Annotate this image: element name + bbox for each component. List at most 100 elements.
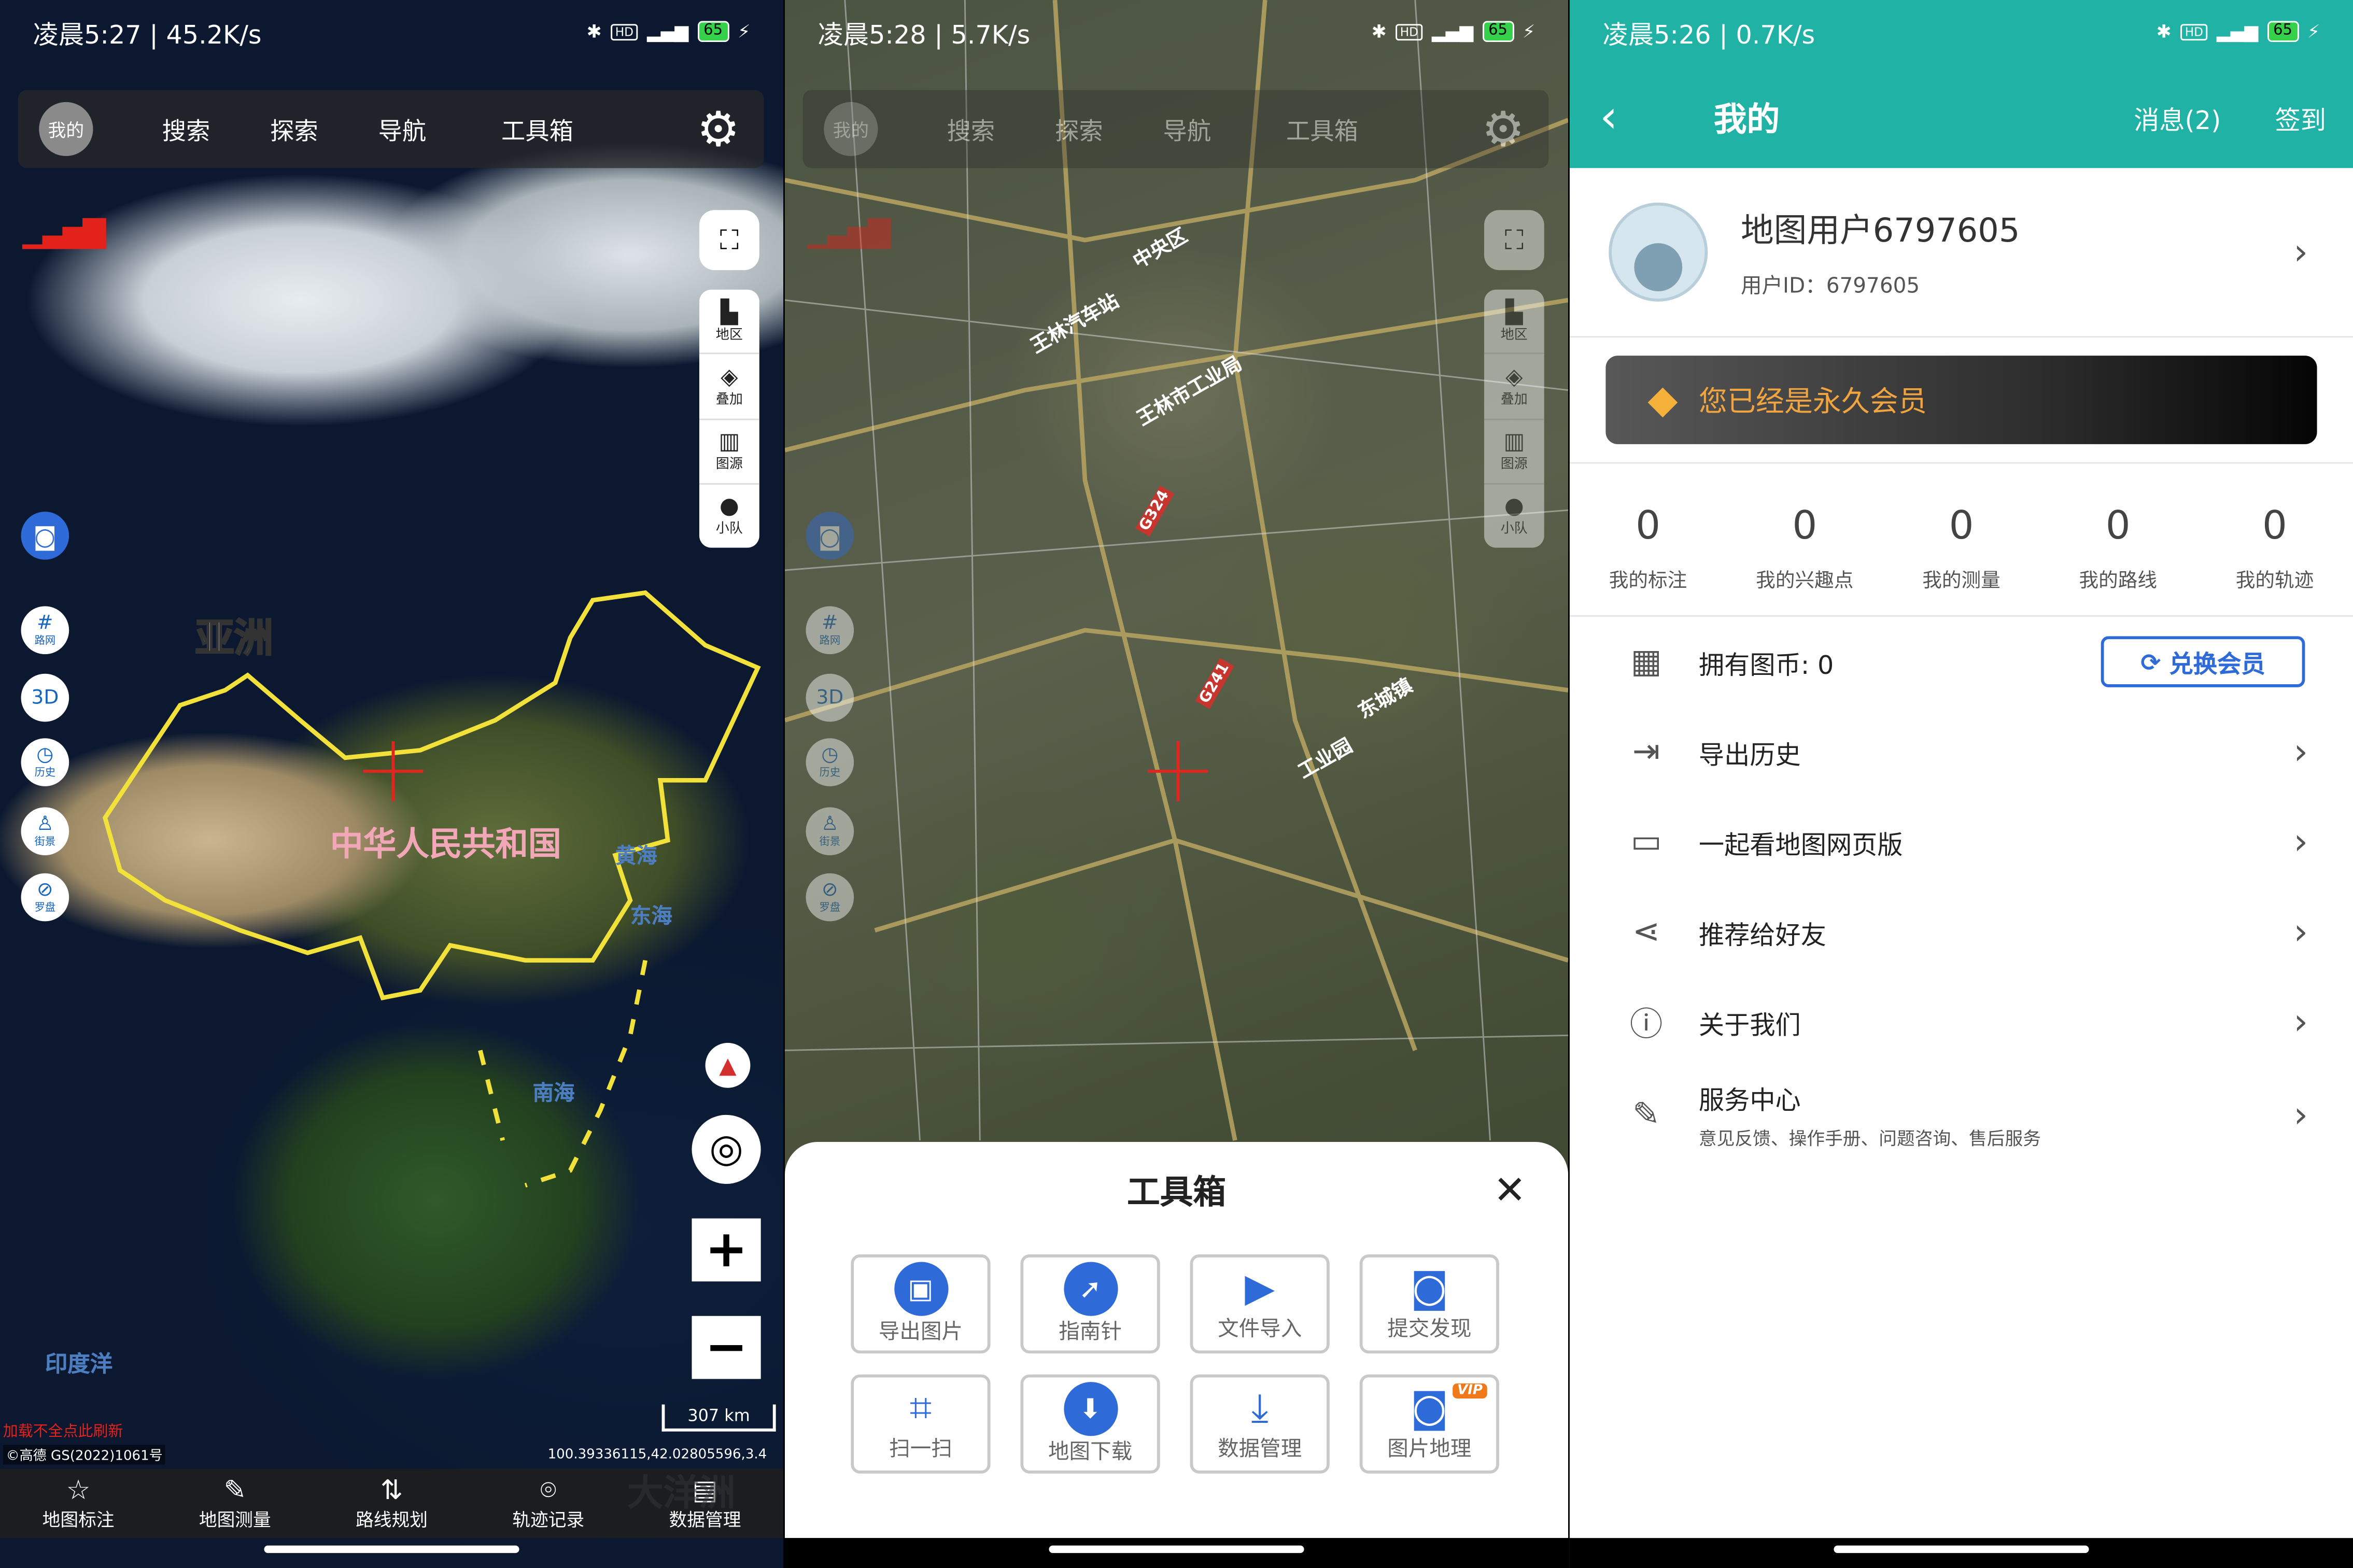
image-icon: ▣	[893, 1262, 948, 1316]
stat-my-routes[interactable]: 0 我的路线	[2040, 483, 2196, 603]
tab-track-record[interactable]: ⌾ 轨迹记录	[470, 1469, 627, 1538]
history-button[interactable]: ◷ 历史	[21, 738, 69, 786]
compass-tool-button[interactable]: ⊘ 罗盘	[806, 873, 854, 922]
battery-icon: 65	[1482, 21, 1514, 43]
compass-tool-button[interactable]: ⊘ 罗盘	[21, 873, 69, 922]
sign-in-button[interactable]: 签到	[2275, 98, 2326, 136]
camera-icon[interactable]: ◙	[21, 512, 69, 560]
export-icon: ⇥	[1632, 733, 1660, 771]
divider	[1569, 462, 2353, 464]
battery-icon: 65	[2267, 21, 2299, 43]
3d-button[interactable]: 3D	[806, 673, 854, 722]
status-time: 凌晨5:27 | 45.2K/s	[33, 20, 262, 50]
home-indicator[interactable]	[1834, 1545, 2089, 1553]
tab-map-measure[interactable]: ✎ 地图测量	[157, 1469, 313, 1538]
home-indicator[interactable]	[264, 1545, 519, 1553]
charging-icon: ⚡	[2307, 21, 2320, 43]
road-network-button[interactable]: # 路网	[21, 606, 69, 655]
vip-banner[interactable]: ◆ 您已经是永久会员	[1605, 356, 2317, 444]
tool-source[interactable]: ▥ 图源	[699, 419, 759, 485]
3d-button[interactable]: 3D	[21, 673, 69, 722]
tool-map-download[interactable]: ⬇ 地图下载	[1020, 1374, 1160, 1474]
tool-overlay[interactable]: ◈ 叠加	[699, 355, 759, 420]
menu-service-center[interactable]: ✎ 服务中心 意见反馈、操作手册、问题咨询、售后服务 ›	[1570, 1067, 2353, 1163]
exchange-vip-button[interactable]: ⟳ 兑换会员	[2101, 636, 2305, 687]
nav-search[interactable]: 搜索	[162, 111, 210, 147]
menu-web-version[interactable]: ▭ 一起看地图网页版 ›	[1570, 797, 2353, 887]
messages-button[interactable]: 消息(2)	[2134, 98, 2221, 136]
north-arrow-icon[interactable]: ▲	[705, 1042, 751, 1088]
nav-navigation[interactable]: 导航	[378, 111, 427, 147]
pegman-icon: ♙	[36, 812, 54, 835]
user-card[interactable]: ● 地图用户6797605 用户ID：6797605 ›	[1569, 168, 2353, 338]
fullscreen-icon[interactable]: ⛶	[699, 210, 759, 271]
home-indicator[interactable]	[1049, 1545, 1304, 1553]
route-icon: ⇅	[380, 1474, 403, 1506]
reload-link[interactable]: 加载不全点此刷新	[3, 1418, 123, 1440]
my-avatar-button[interactable]: 我的	[824, 102, 878, 157]
profile-screen: 凌晨5:26 | 0.7K/s ✱ HD ▂▄▆ 65 ⚡ ‹ 我的 消息(2)…	[1569, 0, 2353, 1568]
nav-toolbox[interactable]: 工具箱	[501, 111, 573, 147]
download-tray-icon: ⤓	[1251, 1386, 1269, 1431]
nav-navigation[interactable]: 导航	[1163, 111, 1211, 147]
gear-icon[interactable]: ⚙	[697, 105, 740, 153]
tool-region[interactable]: ▙ 地区	[699, 290, 759, 355]
menu-about[interactable]: ⓘ 关于我们 ›	[1570, 977, 2353, 1067]
tool-compass[interactable]: ➚ 指南针	[1020, 1254, 1160, 1354]
zoom-in-button[interactable]: +	[692, 1218, 761, 1282]
map-screen-asia: 亚洲 中华人民共和国 黄海 东海 南海 印度洋 大洋洲 凌晨5:27 | 45.…	[0, 0, 784, 1568]
road-grid-icon: #	[822, 611, 838, 634]
tool-data-manage[interactable]: ⤓ 数据管理	[1190, 1374, 1330, 1474]
stat-my-tracks[interactable]: 0 我的轨迹	[2196, 483, 2353, 603]
menu-recommend[interactable]: ⋖ 推荐给好友 ›	[1570, 887, 2353, 977]
edit-note-icon: ✎	[1632, 1096, 1660, 1134]
stat-my-poi[interactable]: 0 我的兴趣点	[1726, 483, 1883, 603]
menu-export-history[interactable]: ⇥ 导出历史 ›	[1570, 707, 2353, 797]
camera-icon[interactable]: ◙	[806, 512, 854, 560]
tool-region[interactable]: ▙ 地区	[1484, 290, 1544, 355]
status-bar: 凌晨5:27 | 45.2K/s ✱ HD ▂▄▆ 65 ⚡	[0, 0, 783, 63]
zoom-out-button[interactable]: −	[692, 1316, 761, 1379]
tool-team[interactable]: ● 小队	[1484, 484, 1544, 547]
3d-icon: 3D	[31, 686, 59, 709]
ruler-icon: ✎	[223, 1474, 247, 1506]
compass-icon: ⊘	[37, 878, 53, 901]
my-avatar-button[interactable]: 我的	[39, 102, 93, 157]
coins-row: ▦ 拥有图币: 0 ⟳ 兑换会员	[1570, 617, 2353, 707]
nav-explore[interactable]: 探索	[1055, 111, 1103, 147]
tab-map-mark[interactable]: ☆ 地图标注	[0, 1469, 157, 1538]
nav-toolbox[interactable]: 工具箱	[1286, 111, 1358, 147]
back-icon[interactable]: ‹	[1600, 91, 1660, 143]
tool-export-image[interactable]: ▣ 导出图片	[851, 1254, 991, 1354]
chevron-right-icon: ›	[2293, 911, 2308, 953]
tool-overlay[interactable]: ◈ 叠加	[1484, 355, 1544, 420]
scale-bar: 307 km	[661, 1404, 776, 1432]
nav-search[interactable]: 搜索	[947, 111, 995, 147]
street-view-button[interactable]: ♙ 街景	[21, 807, 69, 856]
tool-file-import[interactable]: ▶ 文件导入	[1190, 1254, 1330, 1354]
road-network-button[interactable]: # 路网	[806, 606, 854, 655]
nav-explore[interactable]: 探索	[270, 111, 318, 147]
tab-route-plan[interactable]: ⇅ 路线规划	[313, 1469, 470, 1538]
map-top-nav: 我的 搜索 探索 导航 工具箱 ⚙	[18, 90, 764, 168]
chevron-right-icon: ›	[2293, 821, 2308, 863]
tool-team[interactable]: ● 小队	[699, 484, 759, 547]
fullscreen-icon[interactable]: ⛶	[1484, 210, 1544, 271]
stat-my-marks[interactable]: 0 我的标注	[1570, 483, 1726, 603]
street-view-button[interactable]: ♙ 街景	[806, 807, 854, 856]
gear-icon[interactable]: ⚙	[1482, 105, 1525, 153]
tool-photo-geo[interactable]: VIP ◙ 图片地理	[1359, 1374, 1499, 1474]
tool-scan[interactable]: ⌗ 扫一扫	[851, 1374, 991, 1474]
bluetooth-icon: ✱	[2156, 21, 2172, 43]
chevron-right-icon: ›	[2293, 730, 2308, 773]
battery-icon: 65	[697, 21, 729, 43]
tool-source[interactable]: ▥ 图源	[1484, 419, 1544, 485]
locate-icon[interactable]: ◎	[692, 1114, 761, 1184]
building-icon: ▙	[1505, 298, 1523, 326]
screenshot-collage: 亚洲 中华人民共和国 黄海 东海 南海 印度洋 大洋洲 凌晨5:27 | 45.…	[0, 0, 2353, 1568]
map-label-south-sea: 南海	[532, 1082, 575, 1106]
stat-my-measure[interactable]: 0 我的测量	[1883, 483, 2039, 603]
history-button[interactable]: ◷ 历史	[806, 738, 854, 786]
close-icon[interactable]: ✕	[1493, 1169, 1526, 1214]
tool-submit-discovery[interactable]: ◙ 提交发现	[1359, 1254, 1499, 1354]
